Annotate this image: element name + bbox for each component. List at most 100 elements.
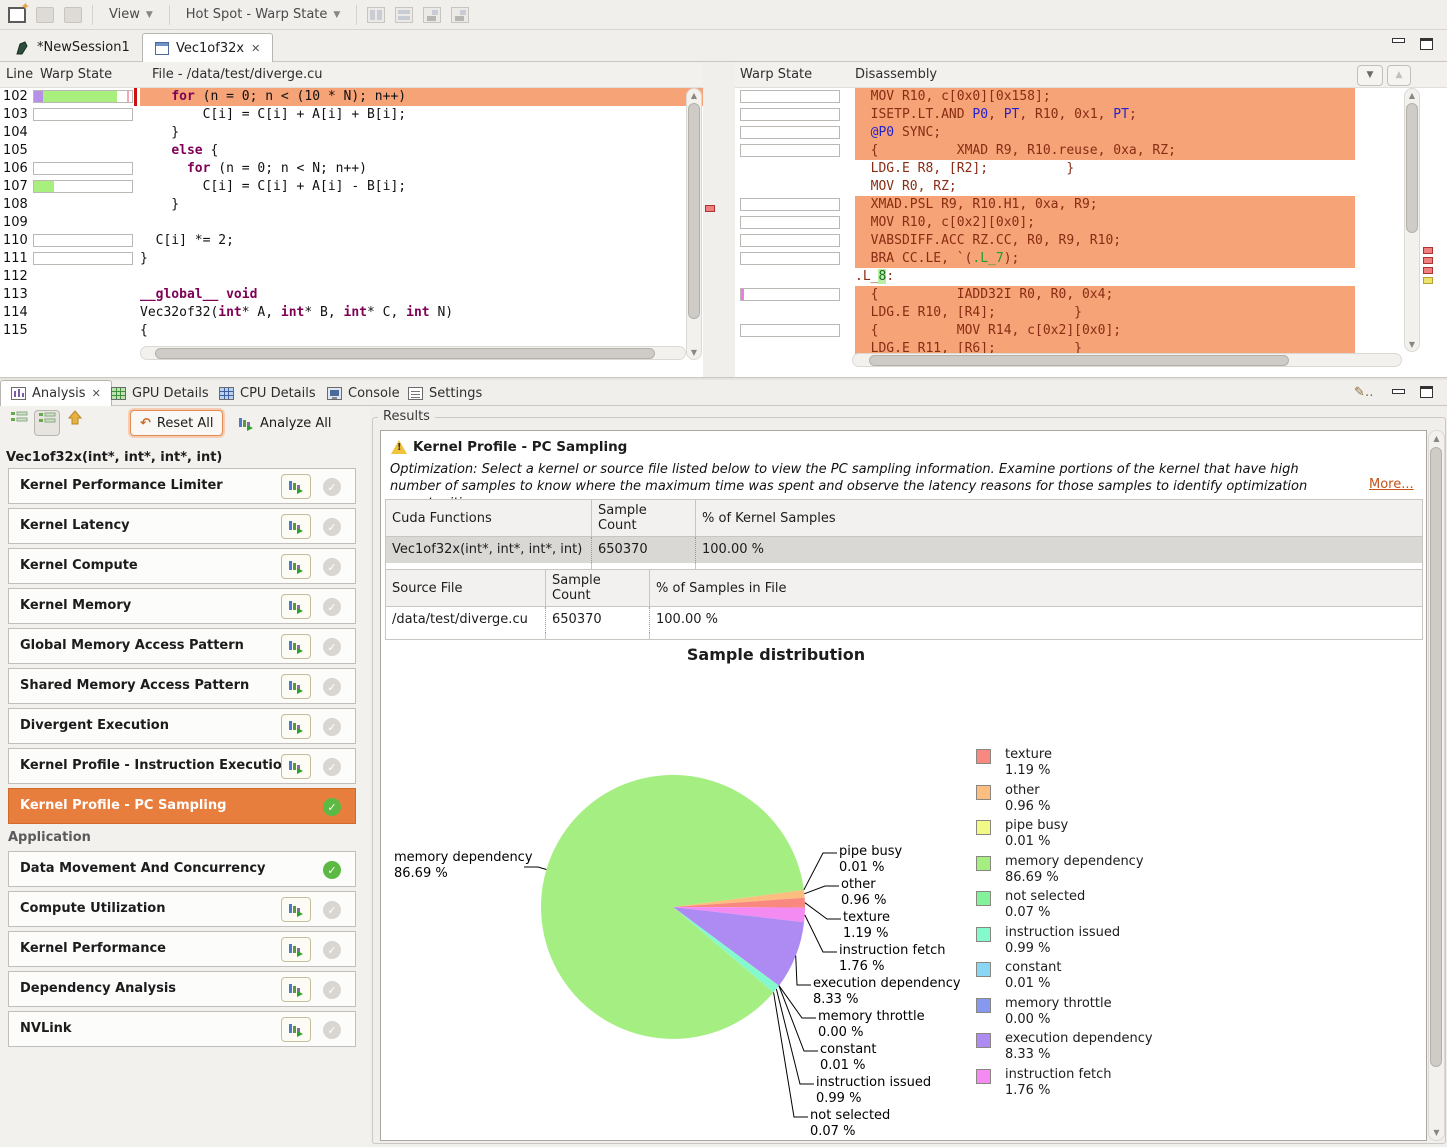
analysis-stage-shared-memory-access-pattern[interactable]: Shared Memory Access Pattern✓: [8, 668, 356, 704]
source-line-row[interactable]: 114Vec32of32(int* A, int* B, int* C, int…: [0, 304, 703, 322]
close-icon[interactable]: ✕: [92, 387, 101, 400]
disassembly-row[interactable]: VABSDIFF.ACC RZ.CC, R0, R9, R10;: [735, 232, 1400, 250]
table-row[interactable]: /data/test/diverge.cu650370100.00 %: [386, 607, 1423, 633]
column-header[interactable]: Sample Count: [546, 570, 650, 607]
tab-vec1of32x[interactable]: Vec1of32x ✕: [142, 33, 273, 62]
tab-console[interactable]: Console: [317, 380, 410, 406]
analysis-stage-kernel-memory[interactable]: Kernel Memory✓: [8, 588, 356, 624]
tab-gpu-details[interactable]: GPU Details: [101, 380, 219, 406]
column-header[interactable]: % of Samples in File: [650, 570, 1423, 607]
view-menu-icon[interactable]: ✎‥: [1354, 385, 1374, 400]
run-analysis-button[interactable]: [281, 714, 311, 739]
run-analysis-button[interactable]: [281, 634, 311, 659]
source-line-row[interactable]: 113__global__ void: [0, 286, 703, 304]
source-line-row[interactable]: 107 C[i] = C[i] + A[i] - B[i];: [0, 178, 703, 196]
disasm-hscrollbar[interactable]: [852, 353, 1402, 367]
scrollbar-thumb[interactable]: [155, 348, 655, 359]
minimize-icon[interactable]: [1392, 38, 1405, 43]
scrollbar-thumb[interactable]: [1406, 103, 1418, 233]
run-analysis-button[interactable]: [281, 474, 311, 499]
export-pdf-icon[interactable]: [62, 410, 88, 436]
disassembly-row[interactable]: XMAD.PSL R9, R10.H1, 0xa, R9;: [735, 196, 1400, 214]
tab-cpu-details[interactable]: CPU Details: [209, 380, 326, 406]
run-analysis-button[interactable]: [281, 937, 311, 962]
analysis-stage-nvlink[interactable]: NVLink✓: [8, 1011, 356, 1047]
source-vscrollbar[interactable]: ▲ ▼: [686, 88, 702, 360]
disassembly-row[interactable]: MOV R10, c[0x0][0x158];: [735, 88, 1400, 106]
scroll-down-icon[interactable]: ▼: [1405, 340, 1419, 349]
analysis-stage-data-movement-and-concurrency[interactable]: Data Movement And Concurrency✓: [8, 851, 356, 887]
source-line-row[interactable]: 112: [0, 268, 703, 286]
disassembly-row[interactable]: { IADD32I R0, R0, 0x4;: [735, 286, 1400, 304]
view-menu-button[interactable]: View▼: [103, 5, 159, 24]
disassembly-row[interactable]: ISETP.LT.AND P0, PT, R10, 0x1, PT;: [735, 106, 1400, 124]
source-line-row[interactable]: 110 C[i] *= 2;: [0, 232, 703, 250]
disassembly-row[interactable]: @P0 SYNC;: [735, 124, 1400, 142]
source-line-row[interactable]: 109: [0, 214, 703, 232]
disassembly-row[interactable]: LDG.E R8, [R2]; }: [735, 160, 1400, 178]
run-analysis-button[interactable]: [281, 674, 311, 699]
tab-analysis[interactable]: Analysis ✕: [0, 380, 112, 406]
results-vscrollbar[interactable]: ▲ ▼: [1428, 430, 1445, 1141]
more-link[interactable]: More...: [1369, 477, 1414, 492]
analysis-stage-kernel-performance[interactable]: Kernel Performance✓: [8, 931, 356, 967]
hotspot-selector[interactable]: Hot Spot - Warp State▼: [180, 5, 347, 24]
source-line-row[interactable]: 106 for (n = 0; n < N; n++): [0, 160, 703, 178]
analysis-stage-divergent-execution[interactable]: Divergent Execution✓: [8, 708, 356, 744]
analysis-stage-kernel-performance-limiter[interactable]: Kernel Performance Limiter✓: [8, 468, 356, 504]
source-line-row[interactable]: 103 C[i] = C[i] + A[i] + B[i];: [0, 106, 703, 124]
source-line-row[interactable]: 115{: [0, 322, 703, 340]
source-hscrollbar[interactable]: [140, 346, 686, 360]
minimize-pane-icon[interactable]: [1392, 389, 1405, 394]
scrollbar-thumb[interactable]: [869, 355, 1289, 366]
disassembly-row[interactable]: { XMAD R9, R10.reuse, 0xa, RZ;: [735, 142, 1400, 160]
maximize-pane-icon[interactable]: [1420, 386, 1433, 398]
analysis-stage-kernel-profile-instruction-execution[interactable]: Kernel Profile - Instruction Execution✓: [8, 748, 356, 784]
new-session-icon[interactable]: [8, 7, 26, 23]
run-analysis-button[interactable]: [281, 977, 311, 1002]
reset-all-button[interactable]: ↶ Reset All: [130, 410, 223, 436]
scroll-up-icon[interactable]: ▲: [1429, 434, 1444, 443]
scroll-up-icon[interactable]: ▲: [687, 91, 701, 100]
analysis-stage-dependency-analysis[interactable]: Dependency Analysis✓: [8, 971, 356, 1007]
source-line-row[interactable]: 104 }: [0, 124, 703, 142]
scrollbar-thumb[interactable]: [1430, 447, 1442, 1067]
disasm-vscrollbar[interactable]: ▲ ▼: [1404, 88, 1420, 352]
column-header[interactable]: % of Kernel Samples: [696, 500, 1423, 537]
analysis-stage-kernel-compute[interactable]: Kernel Compute✓: [8, 548, 356, 584]
scroll-down-icon[interactable]: ▼: [1429, 1128, 1444, 1137]
disassembly-row[interactable]: LDG.E R10, [R4]; }: [735, 304, 1400, 322]
tab-settings[interactable]: Settings: [398, 380, 492, 406]
disassembly-row[interactable]: MOV R0, RZ;: [735, 178, 1400, 196]
disassembly-row[interactable]: { MOV R14, c[0x2][0x0];: [735, 322, 1400, 340]
source-line-row[interactable]: 102 for (n = 0; n < (10 * N); n++): [0, 88, 703, 106]
run-analysis-button[interactable]: [281, 897, 311, 922]
close-icon[interactable]: ✕: [251, 42, 260, 55]
tab-newsession[interactable]: *NewSession1: [4, 33, 142, 62]
column-header[interactable]: Sample Count: [592, 500, 696, 537]
unguided-analysis-icon[interactable]: [6, 410, 32, 436]
run-analysis-button[interactable]: [281, 754, 311, 779]
column-header[interactable]: Cuda Functions: [386, 500, 592, 537]
disassembly-row[interactable]: .L_8:: [735, 268, 1400, 286]
disassembly-row[interactable]: MOV R10, c[0x2][0x0];: [735, 214, 1400, 232]
analysis-stage-kernel-latency[interactable]: Kernel Latency✓: [8, 508, 356, 544]
column-header[interactable]: Source File: [386, 570, 546, 607]
table-row[interactable]: Vec1of32x(int*, int*, int*, int)65037010…: [386, 537, 1423, 563]
scrollbar-thumb[interactable]: [688, 103, 700, 319]
source-line-row[interactable]: 108 }: [0, 196, 703, 214]
run-analysis-button[interactable]: [281, 554, 311, 579]
source-line-row[interactable]: 105 else {: [0, 142, 703, 160]
scroll-up-icon[interactable]: ▲: [1405, 91, 1419, 100]
analysis-stage-compute-utilization[interactable]: Compute Utilization✓: [8, 891, 356, 927]
run-analysis-button[interactable]: [281, 514, 311, 539]
analysis-stage-kernel-profile-pc-sampling[interactable]: Kernel Profile - PC Sampling✓: [8, 788, 356, 824]
run-analysis-button[interactable]: [281, 1017, 311, 1042]
maximize-icon[interactable]: [1420, 38, 1433, 50]
analyze-all-button[interactable]: Analyze All: [228, 410, 341, 436]
run-analysis-button[interactable]: [281, 594, 311, 619]
guided-analysis-icon[interactable]: [34, 410, 60, 436]
next-hotspot-button[interactable]: ▼: [1357, 65, 1383, 86]
analysis-stage-global-memory-access-pattern[interactable]: Global Memory Access Pattern✓: [8, 628, 356, 664]
scroll-down-icon[interactable]: ▼: [687, 348, 701, 357]
